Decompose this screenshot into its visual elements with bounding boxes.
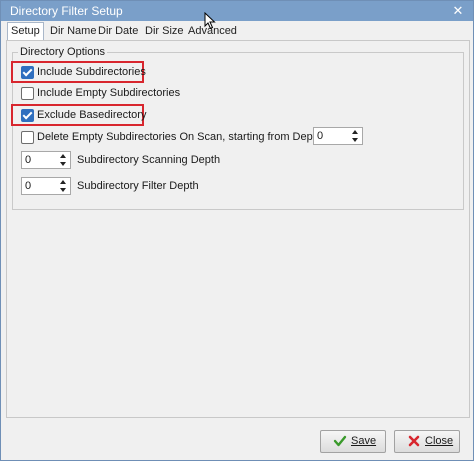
spin-up-icon[interactable]	[60, 154, 66, 158]
delete-empty-subdirectories-checkbox[interactable]	[21, 131, 34, 144]
include-subdirectories-option[interactable]: Include Subdirectories	[21, 64, 221, 80]
include-empty-subdirectories-checkbox[interactable]	[21, 87, 34, 100]
directory-options-group: Directory Options Include Subdirectories…	[11, 46, 464, 210]
delete-depth-value: 0	[317, 130, 324, 142]
save-button[interactable]: Save	[320, 430, 386, 453]
include-empty-subdirectories-label: Include Empty Subdirectories	[37, 87, 181, 99]
delete-depth-spinner[interactable]: 0	[313, 127, 363, 145]
spinner-arrows[interactable]	[351, 129, 360, 143]
tab-strip: Setup Dir Name Dir Date Dir Size Advance…	[7, 22, 467, 41]
delete-empty-subdirectories-option[interactable]: Delete Empty Subdirectories On Scan, sta…	[21, 129, 322, 145]
scanning-depth-label: Subdirectory Scanning Depth	[77, 154, 221, 166]
spinner-arrows[interactable]	[59, 153, 68, 167]
tab-dir-date[interactable]: Dir Date	[95, 23, 141, 40]
filter-depth-label: Subdirectory Filter Depth	[77, 180, 199, 192]
dialog-window: Directory Filter Setup ✕ Setup Dir Name …	[0, 0, 474, 461]
exclude-basedirectory-option[interactable]: Exclude Basedirectory	[21, 107, 221, 123]
spin-up-icon[interactable]	[352, 130, 358, 134]
group-title: Directory Options	[18, 46, 107, 59]
close-button-label: Close	[425, 435, 454, 447]
exclude-basedirectory-label: Exclude Basedirectory	[37, 109, 147, 121]
include-subdirectories-label: Include Subdirectories	[37, 66, 146, 78]
spin-down-icon[interactable]	[352, 138, 358, 142]
close-button[interactable]: Close	[394, 430, 460, 453]
scanning-depth-spinner[interactable]: 0	[21, 151, 71, 169]
window-title: Directory Filter Setup	[10, 4, 123, 18]
tab-dir-size[interactable]: Dir Size	[142, 23, 187, 40]
spin-down-icon[interactable]	[60, 162, 66, 166]
save-button-label: Save	[351, 435, 377, 447]
delete-empty-subdirectories-label: Delete Empty Subdirectories On Scan, sta…	[37, 131, 322, 143]
filter-depth-spinner[interactable]: 0	[21, 177, 71, 195]
include-subdirectories-checkbox[interactable]	[21, 66, 34, 79]
include-empty-subdirectories-option[interactable]: Include Empty Subdirectories	[21, 85, 221, 101]
mouse-cursor-icon	[204, 12, 216, 30]
spinner-arrows[interactable]	[59, 179, 68, 193]
spin-down-icon[interactable]	[60, 188, 66, 192]
filter-depth-value: 0	[25, 180, 32, 192]
tab-setup[interactable]: Setup	[7, 22, 44, 41]
close-window-icon[interactable]: ✕	[447, 3, 469, 19]
exclude-basedirectory-checkbox[interactable]	[21, 109, 34, 122]
scanning-depth-value: 0	[25, 154, 32, 166]
checkmark-icon	[333, 435, 347, 447]
cross-icon	[408, 435, 420, 447]
setup-panel: Directory Options Include Subdirectories…	[6, 40, 470, 418]
tab-dir-name[interactable]: Dir Name	[47, 23, 99, 40]
spin-up-icon[interactable]	[60, 180, 66, 184]
title-bar[interactable]: Directory Filter Setup ✕	[1, 1, 473, 21]
